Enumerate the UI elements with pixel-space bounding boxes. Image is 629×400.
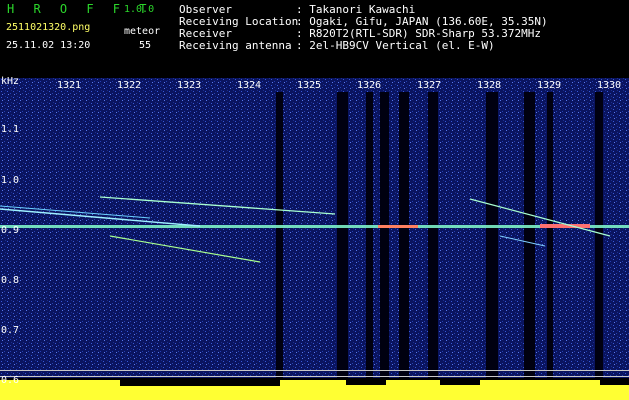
y-tick-label: 0.6 bbox=[1, 375, 20, 386]
y-tick-label: 0.9 bbox=[1, 225, 20, 236]
time-axis: 1321 1322 1323 1324 1325 1326 1327 1328 … bbox=[0, 76, 629, 92]
gap-band bbox=[595, 92, 603, 378]
antenna-label: Receiving antenna bbox=[179, 39, 292, 52]
gap-band bbox=[337, 92, 348, 378]
y-axis-unit: kHz bbox=[1, 76, 20, 87]
gap-band bbox=[399, 92, 409, 378]
gap-band bbox=[366, 92, 373, 378]
x-tick-label: 1328 bbox=[477, 80, 502, 91]
carrier-line bbox=[0, 225, 629, 228]
antenna-value: : 2el-HB9CV Vertical (el. E-W) bbox=[296, 39, 495, 52]
x-tick-label: 1330 bbox=[597, 80, 622, 91]
gap-band bbox=[380, 92, 389, 378]
amplitude-dip bbox=[440, 380, 480, 385]
amplitude-strip bbox=[0, 380, 629, 400]
x-tick-label: 1325 bbox=[297, 80, 322, 91]
gap-band bbox=[547, 92, 553, 378]
reference-line bbox=[0, 370, 629, 371]
x-tick-label: 1322 bbox=[117, 80, 142, 91]
spectrogram-screen: H R O F F T 1.0.0 2511021320.png meteor … bbox=[0, 0, 629, 400]
image-filename: 2511021320.png bbox=[6, 22, 91, 33]
meteor-label: meteor bbox=[124, 26, 161, 37]
carrier-line-hot bbox=[378, 225, 418, 228]
capture-datetime: 25.11.02 13:20 bbox=[6, 40, 91, 51]
x-tick-label: 1329 bbox=[537, 80, 562, 91]
y-tick-label: 0.8 bbox=[1, 275, 20, 286]
spectrogram-plot bbox=[0, 78, 629, 400]
y-tick-label: 0.7 bbox=[1, 325, 20, 336]
x-tick-label: 1323 bbox=[177, 80, 202, 91]
meteor-count: 55 bbox=[139, 40, 152, 51]
x-tick-label: 1321 bbox=[57, 80, 82, 91]
y-tick-label: 1.1 bbox=[1, 124, 20, 135]
gap-band bbox=[276, 92, 283, 378]
x-tick-label: 1326 bbox=[357, 80, 382, 91]
reference-line bbox=[0, 376, 629, 377]
gap-band bbox=[524, 92, 535, 378]
x-tick-label: 1324 bbox=[237, 80, 262, 91]
amplitude-dip bbox=[120, 380, 280, 386]
y-tick-label: 1.0 bbox=[1, 175, 20, 186]
x-tick-label: 1327 bbox=[417, 80, 442, 91]
amplitude-dip bbox=[346, 380, 386, 385]
gap-band bbox=[428, 92, 438, 378]
amplitude-dip bbox=[600, 380, 629, 385]
app-version: 1.0.0 bbox=[124, 4, 155, 15]
gap-band bbox=[486, 92, 498, 378]
